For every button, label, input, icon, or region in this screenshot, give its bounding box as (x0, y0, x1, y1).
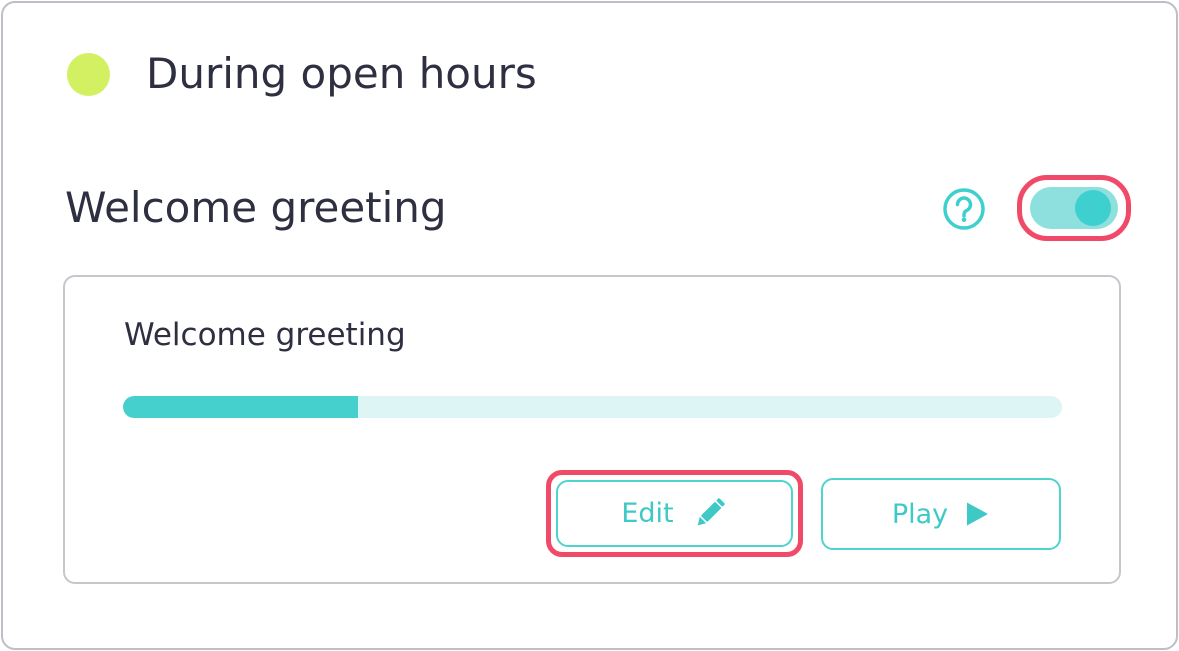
progress-fill (123, 396, 358, 418)
play-button-label: Play (891, 498, 949, 530)
section-title: Welcome greeting (65, 183, 447, 232)
greeting-toggle-highlight[interactable] (1017, 175, 1131, 241)
edit-button-label: Edit (621, 498, 674, 529)
open-hours-card: During open hours Welcome greeting Welco… (1, 1, 1178, 650)
toggle-knob (1075, 190, 1111, 226)
play-icon (964, 501, 990, 527)
question-circle-icon[interactable] (942, 187, 986, 231)
play-button[interactable]: Play (821, 478, 1061, 550)
status-indicator-dot (67, 52, 110, 96)
greeting-card-title: Welcome greeting (124, 317, 406, 353)
edit-button[interactable]: Edit (556, 480, 793, 547)
status-label: During open hours (146, 49, 537, 98)
greeting-progress-bar[interactable] (123, 396, 1062, 418)
greeting-card: Welcome greeting Edit Play (63, 275, 1121, 584)
greeting-toggle[interactable] (1030, 187, 1118, 229)
edit-button-highlight: Edit (546, 470, 803, 557)
status-row: During open hours (67, 47, 537, 101)
pencil-icon (690, 495, 728, 533)
